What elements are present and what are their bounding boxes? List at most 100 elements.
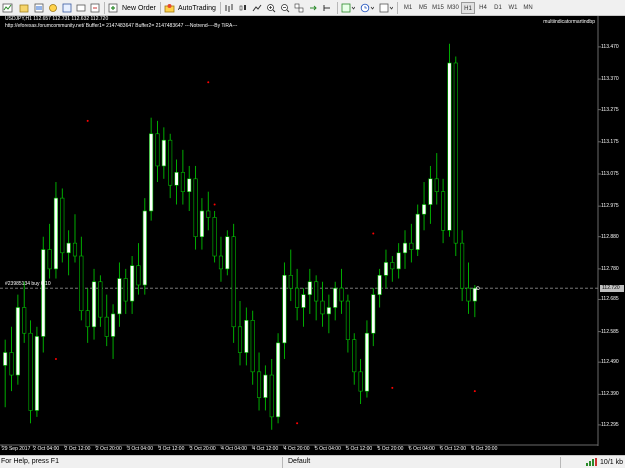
candle-body [53, 197, 58, 270]
price-tick-label: 112.880 [601, 233, 619, 240]
signal-dot [213, 203, 216, 206]
candle-body [364, 332, 369, 392]
new-order-button[interactable]: New Order [108, 2, 156, 14]
candle-body [28, 332, 33, 411]
candle-body [130, 265, 135, 302]
strategy-tester-icon[interactable] [90, 2, 100, 14]
candle-body [396, 252, 401, 270]
terminal-icon[interactable] [76, 2, 86, 14]
candle-body [111, 313, 116, 337]
autotrading-icon [164, 4, 175, 13]
candle-body [123, 278, 128, 302]
periods-icon[interactable] [360, 2, 374, 14]
bar-chart-icon[interactable] [224, 2, 234, 14]
candle-body [301, 294, 306, 308]
time-tick-label: 6 Oct 12:00 [440, 446, 467, 452]
timeframe-m30[interactable]: M30 [446, 2, 460, 14]
candle-body [244, 320, 249, 353]
navigator-icon[interactable] [62, 2, 72, 14]
candle-body [72, 242, 78, 257]
candle-body [174, 172, 179, 186]
candlestick-icon[interactable] [238, 2, 248, 14]
candle-body [466, 287, 471, 302]
time-tick-label: 2 Oct 20:00 [95, 446, 122, 452]
timeframe-h1[interactable]: H1 [461, 2, 475, 14]
candle-body [345, 300, 350, 340]
main-toolbar: New Order AutoTrading M1 M5 M15 M30 H1 H4 D1 W1… [0, 0, 625, 16]
candle-body [472, 287, 477, 302]
zoom-in-icon[interactable] [266, 2, 276, 14]
candle-body [326, 307, 331, 315]
candle-body [250, 320, 255, 373]
signal-dot [54, 357, 57, 360]
price-tick-label: 113.275 [601, 106, 619, 113]
time-tick-label: 4 Oct 12:00 [252, 446, 279, 452]
new-chart-button[interactable] [2, 2, 14, 14]
timeframe-m1[interactable]: M1 [401, 2, 415, 14]
candle-body [288, 275, 293, 289]
line-chart-icon[interactable] [252, 2, 262, 14]
autotrading-label: AutoTrading [178, 4, 216, 12]
data-window-icon[interactable] [48, 2, 58, 14]
autotrading-button[interactable]: AutoTrading [164, 2, 216, 14]
price-tick-label: 112.490 [601, 359, 619, 366]
time-tick-label: 4 Oct 04:00 [221, 446, 247, 452]
candle-body [85, 310, 90, 328]
timeframe-d1[interactable]: D1 [491, 2, 505, 14]
candle-body [428, 178, 433, 205]
candle-body [371, 294, 376, 334]
candle-body [212, 217, 217, 257]
signal-dot [296, 422, 299, 425]
new-chart-icon [2, 3, 13, 13]
zoom-out-icon[interactable] [280, 2, 290, 14]
candle-body [180, 172, 185, 192]
current-price-tag: 112.720 [600, 284, 624, 292]
candle-body [34, 336, 39, 411]
candle-body [282, 275, 287, 344]
timeframe-m5[interactable]: M5 [416, 2, 430, 14]
candle-body [206, 210, 211, 218]
time-tick-label: 6 Oct 04:00 [408, 446, 435, 452]
candle-body [402, 242, 408, 254]
auto-scroll-icon[interactable] [308, 2, 318, 14]
connection-status[interactable]: 10/1 kb [586, 458, 623, 466]
profiles-icon[interactable] [19, 2, 29, 14]
indicator-label: multiindicatormartindbp [543, 19, 595, 25]
traffic-label: 10/1 kb [600, 458, 623, 466]
price-chart[interactable] [0, 16, 625, 455]
timeframe-mn[interactable]: MN [521, 2, 535, 14]
tile-windows-icon[interactable] [294, 2, 304, 14]
candle-body [41, 249, 46, 337]
candle-body [47, 249, 52, 270]
candle-body [447, 62, 452, 231]
candle-body [383, 262, 389, 276]
candle-body [91, 281, 97, 328]
timeframe-h4[interactable]: H4 [476, 2, 490, 14]
candle-body [161, 139, 166, 167]
status-help-text: For Help, press F1 [1, 458, 59, 465]
price-tick-label: 112.295 [601, 421, 619, 428]
timeframe-w1[interactable]: W1 [506, 2, 520, 14]
templates-icon[interactable] [379, 2, 393, 14]
candle-body [434, 178, 439, 192]
price-tick-label: 112.975 [601, 203, 619, 210]
candle-body [453, 62, 458, 244]
timeframe-m15[interactable]: M15 [431, 2, 445, 14]
new-order-label: New Order [122, 4, 156, 12]
connection-bars-icon [586, 458, 598, 466]
candle-body [117, 278, 122, 315]
candle-body [460, 242, 465, 289]
time-tick-label: 3 Oct 20:00 [189, 446, 216, 452]
candle-body [193, 178, 198, 238]
chart-shift-icon[interactable] [322, 2, 332, 14]
time-tick-label: 3 Oct 04:00 [127, 446, 154, 452]
chart-window[interactable]: USDJPY,H1 112.657 112.731 112.632 112.72… [0, 16, 625, 455]
time-tick-label: 2 Oct 04:00 [33, 446, 60, 452]
candle-body [409, 242, 414, 250]
market-watch-icon[interactable] [34, 2, 44, 14]
candle-body [307, 281, 312, 295]
candle-body [237, 326, 243, 353]
indicators-icon[interactable] [341, 2, 355, 14]
status-bar: For Help, press F1 Default 10/1 kb [0, 455, 625, 468]
order-label[interactable]: #23985134 buy 0.10 [5, 281, 51, 287]
